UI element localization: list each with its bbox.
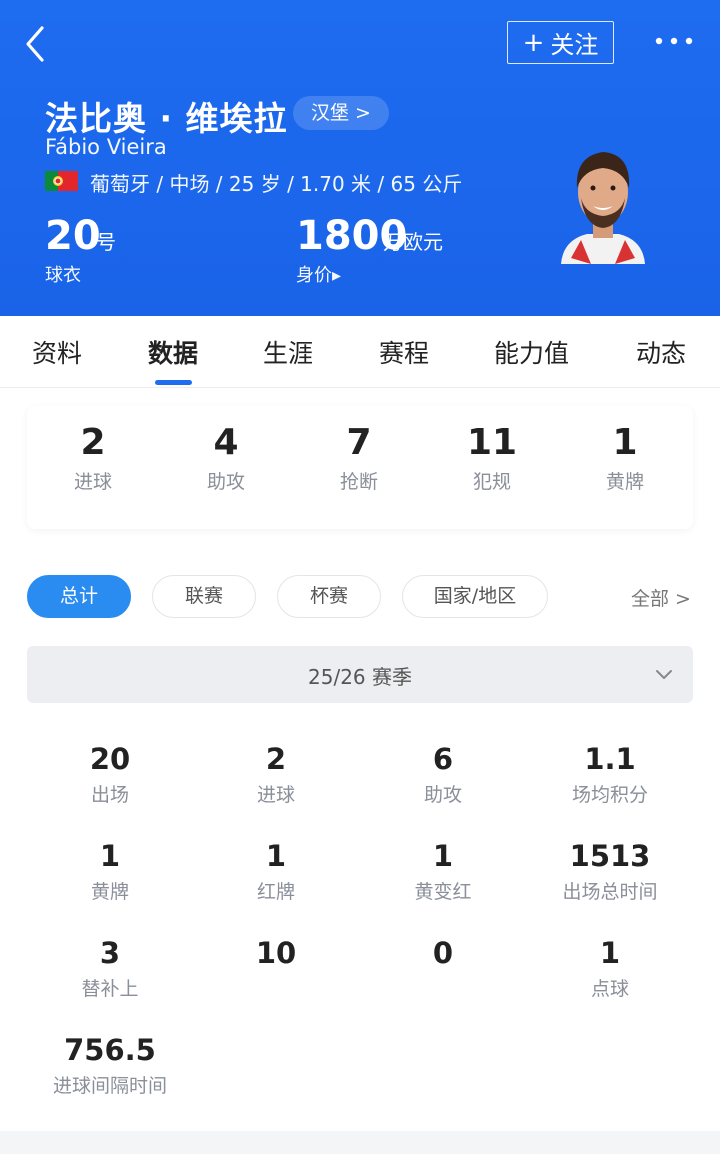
stat-label: 替补上 xyxy=(81,978,139,1000)
summary-value: 2 xyxy=(80,422,106,463)
summary-tackles: 7 抢断 xyxy=(299,406,419,494)
stat-value: 1 xyxy=(599,936,621,970)
stat-label: 进球间隔时间 xyxy=(52,1075,167,1097)
stat-label: 黄牌 xyxy=(90,881,129,903)
stat-value: 1 xyxy=(265,839,287,873)
season-selector[interactable]: 25/26 赛季 xyxy=(27,646,693,703)
stat-value: 20 xyxy=(89,742,131,776)
summary-value: 4 xyxy=(213,422,239,463)
stat-avg-points: 1.1 场均积分 xyxy=(527,742,693,807)
market-value-unit: 万欧元 xyxy=(383,230,443,254)
summary-card: 2 进球 4 助攻 7 抢断 11 犯规 1 黄牌 xyxy=(27,406,693,529)
stat-label: 黄变红 xyxy=(414,881,472,903)
tab-schedule[interactable]: 赛程 xyxy=(379,334,429,370)
chevron-down-icon[interactable] xyxy=(655,669,673,681)
summary-fouls: 11 犯规 xyxy=(432,406,552,494)
player-name-cn: 法比奥 · 维埃拉 xyxy=(45,99,288,138)
filter-cup[interactable]: 杯赛 xyxy=(277,575,381,618)
summary-value: 1 xyxy=(612,422,638,463)
player-info: 葡萄牙 / 中场 / 25 岁 / 1.70 米 / 65 公斤 xyxy=(90,172,463,196)
filter-national[interactable]: 国家/地区 xyxy=(402,575,548,618)
summary-value: 11 xyxy=(466,422,518,463)
summary-goals: 2 进球 xyxy=(33,406,153,494)
stat-label: 进球 xyxy=(256,784,295,806)
stat-label: 点球 xyxy=(590,978,629,1000)
player-name-en: Fábio Vieira xyxy=(45,135,167,159)
summary-label: 助攻 xyxy=(206,471,245,493)
stat-appearances: 20 出场 xyxy=(27,742,193,807)
summary-label: 黄牌 xyxy=(605,471,644,493)
stat-goal-interval: 756.5 进球间隔时间 xyxy=(27,1033,193,1098)
stat-value: 1513 xyxy=(569,839,651,873)
tab-data[interactable]: 数据 xyxy=(148,334,198,370)
season-label: 25/26 赛季 xyxy=(308,665,412,689)
stat-value: 3 xyxy=(99,936,121,970)
tab-news[interactable]: 动态 xyxy=(636,334,686,370)
stat-label: 场均积分 xyxy=(571,784,648,806)
shirt-label: 球衣 xyxy=(45,265,81,286)
back-arrow-icon[interactable] xyxy=(18,24,52,64)
summary-yellow-cards: 1 黄牌 xyxy=(565,406,685,494)
stat-penalties: 1 点球 xyxy=(527,936,693,1001)
stat-value: 2 xyxy=(265,742,287,776)
stat-value: 6 xyxy=(432,742,454,776)
filter-total[interactable]: 总计 xyxy=(27,575,131,618)
stat-label: 出场 xyxy=(90,784,129,806)
stat-red-cards: 1 红牌 xyxy=(193,839,359,904)
summary-assists: 4 助攻 xyxy=(166,406,286,494)
stat-label: 助攻 xyxy=(423,784,462,806)
stat-total-minutes: 1513 出场总时间 xyxy=(527,839,693,904)
club-link[interactable]: 汉堡 > xyxy=(293,96,389,130)
summary-label: 犯规 xyxy=(472,471,511,493)
stat-goals: 2 进球 xyxy=(193,742,359,807)
tab-profile[interactable]: 资料 xyxy=(32,334,82,370)
stat-label: 出场总时间 xyxy=(562,881,658,903)
summary-label: 进球 xyxy=(73,471,112,493)
summary-value: 7 xyxy=(346,422,372,463)
plus-icon: + xyxy=(522,27,545,58)
filter-all-link[interactable]: 全部 > xyxy=(631,584,691,611)
player-avatar xyxy=(561,152,645,264)
stat-value: 0 xyxy=(432,936,454,970)
follow-button[interactable]: + 关注 xyxy=(507,21,614,64)
summary-label: 抢断 xyxy=(339,471,378,493)
stat-value: 1 xyxy=(432,839,454,873)
stat-assists: 6 助攻 xyxy=(360,742,526,807)
shirt-number-unit: 号 xyxy=(96,230,116,254)
stat-sub-off: 10 xyxy=(193,936,359,974)
stat-yellow-cards: 1 黄牌 xyxy=(27,839,193,904)
active-tab-indicator xyxy=(155,380,192,385)
shirt-number: 20 xyxy=(45,213,101,259)
tab-bar: 资料 数据 生涯 赛程 能力值 动态 xyxy=(0,316,720,388)
follow-label: 关注 xyxy=(550,31,599,59)
player-header: + 关注 法比奥 · 维埃拉 汉堡 > Fábio Vieira 葡萄牙 / 中… xyxy=(0,0,720,316)
stat-label: 红牌 xyxy=(256,881,295,903)
stat-value: 756.5 xyxy=(64,1033,156,1067)
market-value-link[interactable]: 身价▸ xyxy=(296,261,341,287)
stat-second-yellow: 1 黄变红 xyxy=(360,839,526,904)
stat-value: 10 xyxy=(255,936,297,970)
tab-career[interactable]: 生涯 xyxy=(263,334,313,370)
stat-bench: 0 xyxy=(360,936,526,974)
stat-sub-on: 3 替补上 xyxy=(27,936,193,1001)
stat-value: 1.1 xyxy=(584,742,636,776)
filter-league[interactable]: 联赛 xyxy=(152,575,256,618)
portugal-flag-icon xyxy=(45,171,78,191)
tab-ability[interactable]: 能力值 xyxy=(494,334,569,370)
more-options-icon[interactable] xyxy=(652,30,698,52)
bottom-divider xyxy=(0,1131,720,1154)
stat-value: 1 xyxy=(99,839,121,873)
